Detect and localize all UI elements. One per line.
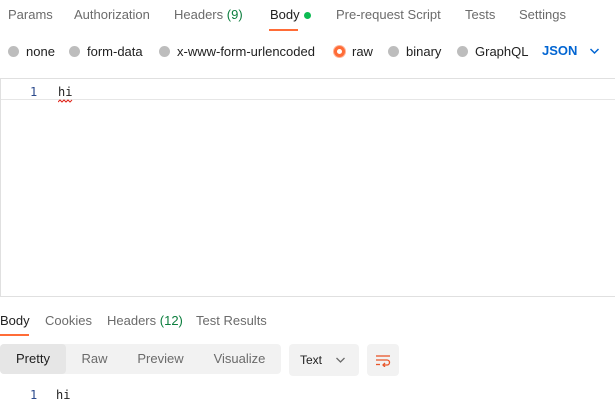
radio-form-data[interactable]: form-data	[69, 43, 143, 59]
radio-none[interactable]: none	[8, 43, 55, 59]
response-tab-body[interactable]: Body	[0, 313, 30, 328]
response-line-number: 1	[30, 388, 38, 402]
view-raw-button[interactable]: Raw	[66, 344, 123, 374]
radio-form-data-label: form-data	[87, 43, 143, 59]
radio-binary-circle[interactable]	[388, 45, 399, 57]
request-tabs: Params Authorization Headers (9) Body Pr…	[0, 0, 615, 32]
chevron-down-icon	[590, 47, 600, 54]
response-tab-headers-label: Headers	[107, 313, 157, 328]
radio-graphql-label: GraphQL	[475, 43, 529, 59]
language-label: JSON	[542, 43, 578, 58]
radio-urlencoded-label: x-www-form-urlencoded	[177, 43, 315, 59]
response-view-mode-group: Pretty Raw Preview Visualize	[0, 344, 281, 374]
view-visualize-button[interactable]: Visualize	[198, 344, 281, 374]
spellcheck-squiggle-icon	[58, 99, 73, 103]
active-tab-indicator	[269, 29, 298, 31]
tab-authorization[interactable]: Authorization	[74, 7, 150, 22]
radio-form-data-circle[interactable]	[69, 45, 80, 57]
tab-pre-request-script[interactable]: Pre-request Script	[336, 7, 441, 22]
wrap-lines-icon	[376, 355, 391, 367]
response-tab-test-results[interactable]: Test Results	[196, 313, 267, 328]
editor-current-line: 1 hi	[1, 81, 615, 103]
tab-params[interactable]: Params	[8, 7, 53, 22]
radio-none-circle[interactable]	[8, 45, 19, 57]
radio-raw[interactable]: raw	[334, 43, 373, 59]
radio-graphql-circle[interactable]	[457, 45, 468, 57]
response-tab-headers-count: (12)	[159, 313, 183, 328]
tab-headers[interactable]: Headers (9)	[174, 7, 243, 22]
response-tabs: Body Cookies Headers (12) Test Results	[0, 305, 615, 337]
editor-code-text[interactable]: hi	[58, 85, 72, 99]
response-tab-headers[interactable]: Headers (12)	[107, 313, 183, 328]
tab-headers-count: (9)	[226, 7, 243, 22]
radio-x-www-form-urlencoded[interactable]: x-www-form-urlencoded	[159, 43, 315, 59]
response-format-dropdown[interactable]: Text	[289, 344, 359, 376]
request-body-editor[interactable]: 1 hi	[0, 78, 615, 297]
response-tab-cookies[interactable]: Cookies	[45, 313, 92, 328]
view-pretty-button[interactable]: Pretty	[0, 344, 66, 374]
editor-line-number: 1	[30, 85, 38, 99]
tab-headers-label: Headers	[174, 7, 224, 22]
tab-body[interactable]: Body	[270, 7, 300, 22]
view-preview-button[interactable]: Preview	[123, 344, 198, 374]
tab-settings[interactable]: Settings	[519, 7, 566, 22]
radio-urlencoded-circle[interactable]	[159, 45, 170, 57]
radio-none-label: none	[26, 43, 55, 59]
tab-tests[interactable]: Tests	[465, 7, 495, 22]
body-status-dot-icon	[304, 12, 311, 19]
body-type-selector: none form-data x-www-form-urlencoded raw…	[0, 36, 615, 64]
radio-binary[interactable]: binary	[388, 43, 441, 59]
language-dropdown[interactable]: JSON	[542, 43, 600, 58]
chevron-down-icon	[336, 357, 345, 363]
wrap-lines-button[interactable]	[367, 344, 399, 376]
radio-raw-label: raw	[352, 43, 373, 59]
radio-binary-label: binary	[406, 43, 442, 59]
radio-graphql[interactable]: GraphQL	[457, 43, 528, 59]
response-format-label: Text	[300, 353, 323, 367]
response-active-tab-indicator	[0, 334, 29, 336]
response-body-text: hi	[56, 388, 71, 402]
radio-raw-circle[interactable]	[334, 45, 345, 57]
